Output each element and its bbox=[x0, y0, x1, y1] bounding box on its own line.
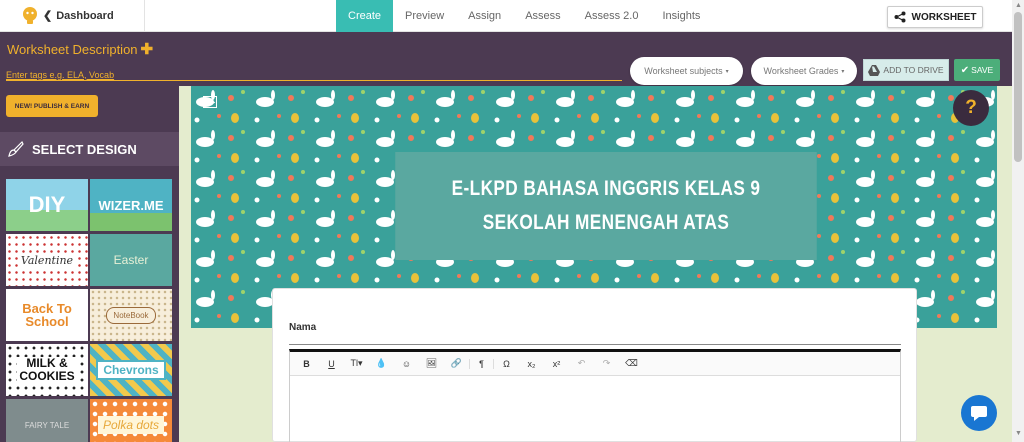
tab-assess-2[interactable]: Assess 2.0 bbox=[573, 0, 651, 32]
link-icon[interactable]: 🔗 bbox=[444, 358, 469, 369]
grades-label: Worksheet Grades bbox=[763, 66, 839, 76]
select-design-label: SELECT DESIGN bbox=[32, 141, 137, 157]
tab-create[interactable]: Create bbox=[336, 0, 394, 32]
tab-preview[interactable]: Preview bbox=[393, 0, 456, 32]
question-mark-icon: ? bbox=[965, 97, 977, 118]
subscript-button[interactable]: x₂ bbox=[519, 359, 544, 369]
page-scrollbar[interactable]: ▲ ▼ bbox=[1012, 0, 1024, 442]
worksheet-toolbar: Worksheet Description ✚ Worksheet subjec… bbox=[0, 32, 1012, 86]
back-label: Dashboard bbox=[56, 9, 114, 22]
design-thumb-diy[interactable]: DIY bbox=[6, 179, 88, 231]
add-to-drive-button[interactable]: ADD TO DRIVE bbox=[863, 59, 949, 81]
main-tabs: Create Preview Assign Assess Assess 2.0 … bbox=[336, 0, 712, 32]
share-icon bbox=[894, 11, 905, 23]
plus-icon: ✚ bbox=[140, 41, 154, 58]
field-underline bbox=[289, 344, 901, 345]
design-thumb-wizer[interactable]: WIZER.ME bbox=[90, 179, 172, 231]
image-placeholder-icon[interactable] bbox=[203, 96, 217, 108]
publish-and-earn-button[interactable]: NEW! PUBLISH & EARN bbox=[6, 95, 98, 117]
tab-assign[interactable]: Assign bbox=[456, 0, 513, 32]
subjects-label: Worksheet subjects bbox=[644, 66, 723, 76]
field-label[interactable]: Nama bbox=[289, 322, 316, 333]
tags-input[interactable] bbox=[6, 69, 622, 81]
worksheet-grades-dropdown[interactable]: Worksheet Grades ▾ bbox=[751, 57, 857, 85]
design-thumb-polka-dots[interactable]: Polka dots bbox=[90, 399, 172, 442]
caret-down-icon: ▾ bbox=[725, 68, 729, 75]
color-drop-icon[interactable]: 💧 bbox=[369, 358, 394, 369]
worksheet-canvas: E-LKPD BAHASA INGGRIS KELAS 9 SEKOLAH ME… bbox=[179, 86, 1012, 442]
special-char-button[interactable]: Ω bbox=[494, 359, 519, 369]
caret-down-icon: ▾ bbox=[841, 68, 845, 75]
eraser-icon[interactable]: ⌫ bbox=[619, 358, 644, 369]
worksheet-subjects-dropdown[interactable]: Worksheet subjects ▾ bbox=[630, 57, 743, 85]
scroll-down-arrow-icon[interactable]: ▼ bbox=[1015, 430, 1022, 437]
text-size-button[interactable]: Tl▾ bbox=[344, 358, 369, 369]
top-navigation-bar: ❮ Dashboard Create Preview Assign Assess… bbox=[0, 0, 1012, 32]
underline-button[interactable]: U bbox=[319, 359, 344, 369]
worksheet-title[interactable]: E-LKPD BAHASA INGGRIS KELAS 9 SEKOLAH ME… bbox=[395, 152, 817, 260]
rich-text-editor[interactable]: B U Tl▾ 💧 ☺ 🖼 🔗 ¶ Ω x₂ x² ↶ ↷ ⌫ bbox=[289, 349, 901, 442]
design-thumb-easter[interactable]: Easter bbox=[90, 234, 172, 286]
chat-bubble-icon bbox=[971, 406, 987, 421]
check-icon: ✔ bbox=[960, 64, 970, 76]
scrollbar-thumb[interactable] bbox=[1014, 12, 1022, 162]
design-thumb-notebook[interactable]: NoteBook bbox=[90, 289, 172, 341]
save-label: SAVE bbox=[971, 65, 994, 75]
redo-icon[interactable]: ↷ bbox=[594, 358, 619, 369]
wizer-logo-icon[interactable] bbox=[20, 6, 40, 26]
paragraph-icon[interactable]: ¶ bbox=[469, 358, 494, 369]
divider bbox=[144, 0, 145, 32]
design-sidebar: NEW! PUBLISH & EARN SELECT DESIGN DIY WI… bbox=[0, 86, 179, 442]
paintbrush-icon bbox=[8, 141, 24, 157]
undo-icon[interactable]: ↶ bbox=[569, 358, 594, 369]
back-to-dashboard-link[interactable]: ❮ Dashboard bbox=[43, 9, 114, 23]
drive-label: ADD TO DRIVE bbox=[883, 65, 944, 75]
share-worksheet-button[interactable]: WORKSHEET bbox=[887, 6, 983, 28]
design-thumbnails: DIY WIZER.ME Valentine Easter Back To Sc… bbox=[6, 179, 176, 442]
editor-toolbar: B U Tl▾ 💧 ☺ 🖼 🔗 ¶ Ω x₂ x² ↶ ↷ ⌫ bbox=[290, 352, 900, 376]
design-thumb-chevrons[interactable]: Chevrons bbox=[90, 344, 172, 396]
scroll-up-arrow-icon[interactable]: ▲ bbox=[1015, 2, 1022, 9]
superscript-button[interactable]: x² bbox=[544, 359, 569, 369]
save-button[interactable]: ✔ SAVE bbox=[954, 59, 1000, 81]
tab-insights[interactable]: Insights bbox=[650, 0, 712, 32]
bold-button[interactable]: B bbox=[294, 359, 319, 369]
image-icon[interactable]: 🖼 bbox=[419, 358, 444, 369]
help-button[interactable]: ? bbox=[953, 90, 989, 126]
design-thumb-valentine[interactable]: Valentine bbox=[6, 234, 88, 286]
design-thumb-milk-cookies[interactable]: MILK & COOKIES bbox=[6, 344, 88, 396]
google-drive-icon bbox=[868, 64, 881, 76]
tab-assess[interactable]: Assess bbox=[513, 0, 572, 32]
emoji-icon[interactable]: ☺ bbox=[394, 359, 419, 369]
chat-button[interactable] bbox=[961, 395, 997, 431]
chevron-left-icon: ❮ bbox=[43, 10, 53, 22]
design-thumb-back-to-school[interactable]: Back To School bbox=[6, 289, 88, 341]
worksheet-description-toggle[interactable]: Worksheet Description ✚ bbox=[7, 40, 153, 58]
select-design-header: SELECT DESIGN bbox=[0, 132, 179, 166]
question-card[interactable]: Nama B U Tl▾ 💧 ☺ 🖼 🔗 ¶ Ω x₂ x² ↶ ↷ ⌫ bbox=[272, 288, 917, 442]
design-thumb-fairy-tale[interactable]: FAIRY TALE bbox=[6, 399, 88, 442]
description-title: Worksheet Description bbox=[7, 41, 138, 57]
share-label: WORKSHEET bbox=[911, 11, 977, 23]
